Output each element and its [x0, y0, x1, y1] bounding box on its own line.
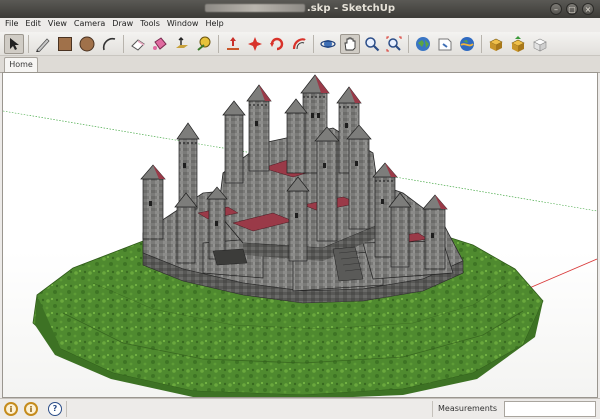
instructor-help-icon[interactable]: ? [48, 402, 62, 416]
toolbar-separator [123, 34, 124, 53]
move-icon[interactable] [223, 34, 243, 54]
zoom-icon[interactable] [362, 34, 382, 54]
window-title-suffix: .skp - SketchUp [306, 3, 396, 14]
toolbar-separator [313, 34, 314, 53]
sketchup-window: .skp - SketchUp – ▢ × File Edit View Cam… [0, 0, 600, 419]
menu-help[interactable]: Help [203, 18, 228, 32]
measurements-input[interactable] [504, 401, 596, 417]
model-viewport[interactable] [2, 72, 598, 398]
tape-measure-icon[interactable] [194, 34, 214, 54]
toolbar-separator [408, 34, 409, 53]
menu-camera[interactable]: Camera [72, 18, 110, 32]
circle-icon[interactable] [77, 34, 97, 54]
menu-view[interactable]: View [46, 18, 72, 32]
scene-tab-strip: Home [0, 56, 600, 73]
follow-me-icon[interactable] [267, 34, 287, 54]
rectangle-icon[interactable] [55, 34, 75, 54]
paint-bucket-icon[interactable] [150, 34, 170, 54]
google-earth-icon[interactable] [457, 34, 477, 54]
zoom-extents-icon[interactable] [384, 34, 404, 54]
warehouse-share-icon[interactable] [508, 34, 528, 54]
main-toolbar [0, 32, 600, 56]
offset-icon[interactable] [289, 34, 309, 54]
close-button[interactable]: × [582, 3, 594, 15]
castle-model [140, 74, 464, 304]
maximize-button[interactable]: ▢ [566, 3, 578, 15]
toolbar-separator [218, 34, 219, 53]
castle-towers [140, 74, 448, 270]
tab-home[interactable]: Home [4, 57, 38, 72]
components-icon[interactable] [530, 34, 550, 54]
pencil-line-icon[interactable] [33, 34, 53, 54]
arc-icon[interactable] [99, 34, 119, 54]
status-bar: i i ? Measurements [0, 398, 600, 419]
rotate-icon[interactable] [245, 34, 265, 54]
eraser-icon[interactable] [128, 34, 148, 54]
status-divider [432, 401, 433, 417]
pan-icon[interactable] [340, 33, 360, 54]
redacted-filename [204, 4, 305, 12]
menu-tools[interactable]: Tools [138, 18, 165, 32]
push-pull-icon[interactable] [172, 34, 192, 54]
menu-draw[interactable]: Draw [110, 18, 138, 32]
menu-file[interactable]: File [3, 18, 23, 32]
castle-gate [212, 248, 248, 266]
menu-bar: File Edit View Camera Draw Tools Window … [0, 18, 600, 32]
menu-window[interactable]: Window [165, 18, 204, 32]
credits-icon[interactable]: i [24, 402, 38, 416]
geo-location-icon[interactable]: i [4, 402, 18, 416]
menu-edit[interactable]: Edit [23, 18, 46, 32]
orbit-icon[interactable] [318, 34, 338, 54]
toolbar-separator [481, 34, 482, 53]
select-arrow-icon[interactable] [4, 33, 24, 54]
status-divider [66, 401, 67, 417]
warehouse-get-icon[interactable] [486, 34, 506, 54]
window-controls: – ▢ × [550, 3, 594, 15]
title-bar[interactable]: .skp - SketchUp – ▢ × [0, 0, 600, 18]
measurements-label: Measurements [438, 404, 498, 413]
castle-model-scene [3, 74, 597, 397]
toolbar-separator [28, 34, 29, 53]
share-model-icon[interactable] [435, 34, 455, 54]
minimize-button[interactable]: – [550, 3, 562, 15]
get-models-icon[interactable] [413, 34, 433, 54]
window-title: .skp - SketchUp [0, 3, 600, 14]
